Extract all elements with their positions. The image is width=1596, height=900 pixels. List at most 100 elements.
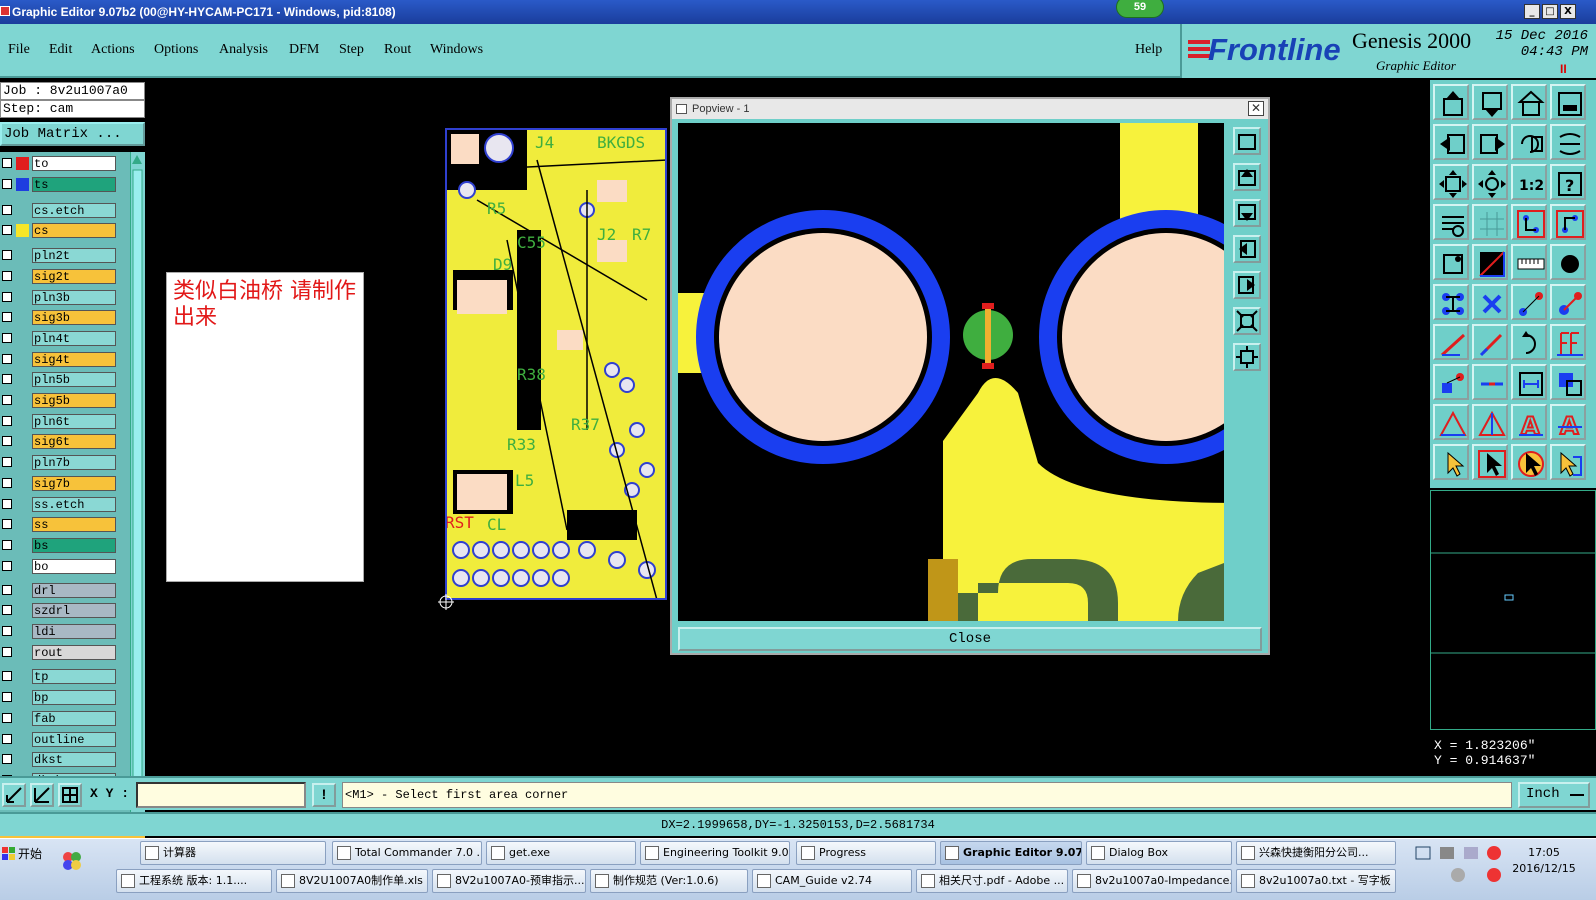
layer-name[interactable]: bs bbox=[32, 537, 116, 553]
layer-scrollbar[interactable] bbox=[130, 152, 145, 814]
redraw-button[interactable] bbox=[1511, 124, 1547, 160]
layer-name[interactable]: rout bbox=[32, 644, 116, 660]
layer-row[interactable]: pln2t bbox=[0, 248, 118, 264]
layer-row[interactable]: cs bbox=[0, 223, 118, 239]
pcb-board-view[interactable]: J4 BKGDS R5 C55 J2 R7 D9 R37 R33 L5 CL R… bbox=[445, 128, 667, 600]
menu-step[interactable]: Step bbox=[339, 42, 364, 58]
layer-name[interactable]: pln7b bbox=[32, 455, 116, 471]
layer-name[interactable]: fab bbox=[32, 710, 116, 726]
add-line-red-button[interactable] bbox=[1433, 324, 1469, 360]
layer-name[interactable]: ss.etch bbox=[32, 496, 116, 512]
popview-close-icon[interactable]: ✕ bbox=[1248, 101, 1264, 116]
layer-checkbox[interactable] bbox=[2, 519, 12, 530]
layer-checkbox[interactable] bbox=[2, 205, 12, 216]
layer-checkbox[interactable] bbox=[2, 374, 12, 385]
layer-row[interactable]: szdrl bbox=[0, 603, 118, 619]
pointer-button[interactable] bbox=[1433, 444, 1469, 480]
measure-mode-button[interactable] bbox=[30, 783, 54, 807]
layer-checkbox[interactable] bbox=[2, 332, 12, 343]
fill-triangle-button[interactable] bbox=[1472, 404, 1508, 440]
layer-name[interactable]: bp bbox=[32, 690, 116, 706]
layer-checkbox[interactable] bbox=[2, 225, 12, 236]
menu-rout[interactable]: Rout bbox=[384, 42, 411, 58]
measure-ruler-button[interactable] bbox=[1511, 244, 1547, 280]
zoom-center-button[interactable] bbox=[1472, 164, 1508, 200]
grid-mode-button[interactable] bbox=[58, 783, 82, 807]
layer-name[interactable]: ss bbox=[32, 517, 116, 533]
layer-row[interactable]: ss.etch bbox=[0, 496, 118, 512]
layer-row[interactable]: pln7b bbox=[0, 455, 118, 471]
layer-color-swatch[interactable] bbox=[16, 373, 29, 386]
layer-name[interactable]: sig6t bbox=[32, 434, 116, 450]
pv-pan-down-button[interactable] bbox=[1233, 199, 1261, 227]
layer-color-swatch[interactable] bbox=[16, 177, 29, 191]
zoom-forward-button[interactable] bbox=[1472, 124, 1508, 160]
layer-row[interactable]: bp bbox=[0, 690, 118, 706]
layer-checkbox[interactable] bbox=[2, 250, 12, 261]
taskbar-item[interactable]: Graphic Editor 9.07... bbox=[940, 841, 1082, 865]
start-button[interactable]: 开始 bbox=[2, 843, 54, 867]
layer-name[interactable]: cs.etch bbox=[32, 203, 116, 219]
layer-color-swatch[interactable] bbox=[16, 670, 29, 683]
layer-name[interactable]: outline bbox=[32, 731, 116, 747]
minimize-button[interactable]: _ bbox=[1524, 4, 1540, 19]
taskbar-item[interactable]: 8V2U1007A0制作单.xls ... bbox=[276, 869, 428, 893]
layer-row[interactable]: sig5b bbox=[0, 393, 118, 408]
layer-color-swatch[interactable] bbox=[16, 353, 29, 366]
layer-row[interactable]: fab bbox=[0, 710, 118, 726]
layer-color-swatch[interactable] bbox=[16, 311, 29, 324]
layer-name[interactable]: cs bbox=[32, 223, 116, 239]
layer-checkbox[interactable] bbox=[2, 312, 12, 323]
snap-mode-button[interactable] bbox=[2, 783, 26, 807]
menu-edit[interactable]: Edit bbox=[49, 42, 72, 58]
layer-color-swatch[interactable] bbox=[16, 477, 29, 490]
layer-name[interactable]: ts bbox=[32, 176, 116, 192]
layer-color-swatch[interactable] bbox=[16, 604, 29, 617]
layer-row[interactable]: tp bbox=[0, 669, 118, 685]
layer-checkbox[interactable] bbox=[2, 712, 12, 723]
pv-pan-right-button[interactable] bbox=[1233, 271, 1261, 299]
outline-triangle-button[interactable] bbox=[1433, 404, 1469, 440]
taskbar-item[interactable]: Progress bbox=[796, 841, 936, 865]
layer-name[interactable]: sig3b bbox=[32, 310, 116, 326]
layer-color-swatch[interactable] bbox=[16, 646, 29, 659]
layer-name[interactable]: pln4t bbox=[32, 330, 116, 346]
grid-button[interactable] bbox=[1472, 204, 1508, 240]
taskbar-clock[interactable]: 17:05 2016/12/15 bbox=[1508, 845, 1580, 877]
add-line-button[interactable] bbox=[1511, 284, 1547, 320]
taskbar-item[interactable]: 8v2u1007a0-Impedance... bbox=[1072, 869, 1232, 893]
layer-row[interactable]: bo bbox=[0, 558, 118, 574]
add-slash-button[interactable] bbox=[1472, 324, 1508, 360]
layer-checkbox[interactable] bbox=[2, 436, 12, 447]
pointer-red-button[interactable] bbox=[1472, 444, 1508, 480]
save-step-button[interactable] bbox=[1472, 84, 1508, 120]
layer-row[interactable]: sig6t bbox=[0, 434, 118, 450]
pv-zoom-out-button[interactable] bbox=[1233, 343, 1261, 371]
layer-checkbox[interactable] bbox=[2, 733, 12, 744]
taskbar-item[interactable]: 相关尺寸.pdf - Adobe ... bbox=[916, 869, 1068, 893]
layer-checkbox[interactable] bbox=[2, 671, 12, 682]
layer-checkbox[interactable] bbox=[2, 270, 12, 281]
layer-row[interactable]: pln4t bbox=[0, 330, 118, 346]
zoom-fit-button[interactable] bbox=[1433, 164, 1469, 200]
layer-color-swatch[interactable] bbox=[16, 332, 29, 345]
layer-name[interactable]: bo bbox=[32, 558, 116, 574]
pv-pan-up-button[interactable] bbox=[1233, 163, 1261, 191]
layer-checkbox[interactable] bbox=[2, 605, 12, 616]
layer-name[interactable]: pln2t bbox=[32, 248, 116, 264]
transform-button[interactable] bbox=[1550, 364, 1586, 400]
layer-checkbox[interactable] bbox=[2, 626, 12, 636]
layer-name[interactable]: ldi bbox=[32, 624, 116, 639]
layer-view-button[interactable] bbox=[1550, 84, 1586, 120]
taskbar-item[interactable]: Engineering Toolkit 9.0... bbox=[640, 841, 790, 865]
layer-row[interactable]: ss bbox=[0, 517, 118, 533]
text-feature-button[interactable] bbox=[1550, 324, 1586, 360]
layer-name[interactable]: szdrl bbox=[32, 603, 116, 619]
layer-name[interactable]: drl bbox=[32, 582, 116, 598]
layer-checkbox[interactable] bbox=[2, 498, 12, 509]
layer-checkbox[interactable] bbox=[2, 457, 12, 468]
pv-zoom-in-button[interactable] bbox=[1233, 307, 1261, 335]
resize-button[interactable] bbox=[1511, 364, 1547, 400]
layer-color-swatch[interactable] bbox=[16, 270, 29, 283]
layer-name[interactable]: sig7b bbox=[32, 475, 116, 491]
